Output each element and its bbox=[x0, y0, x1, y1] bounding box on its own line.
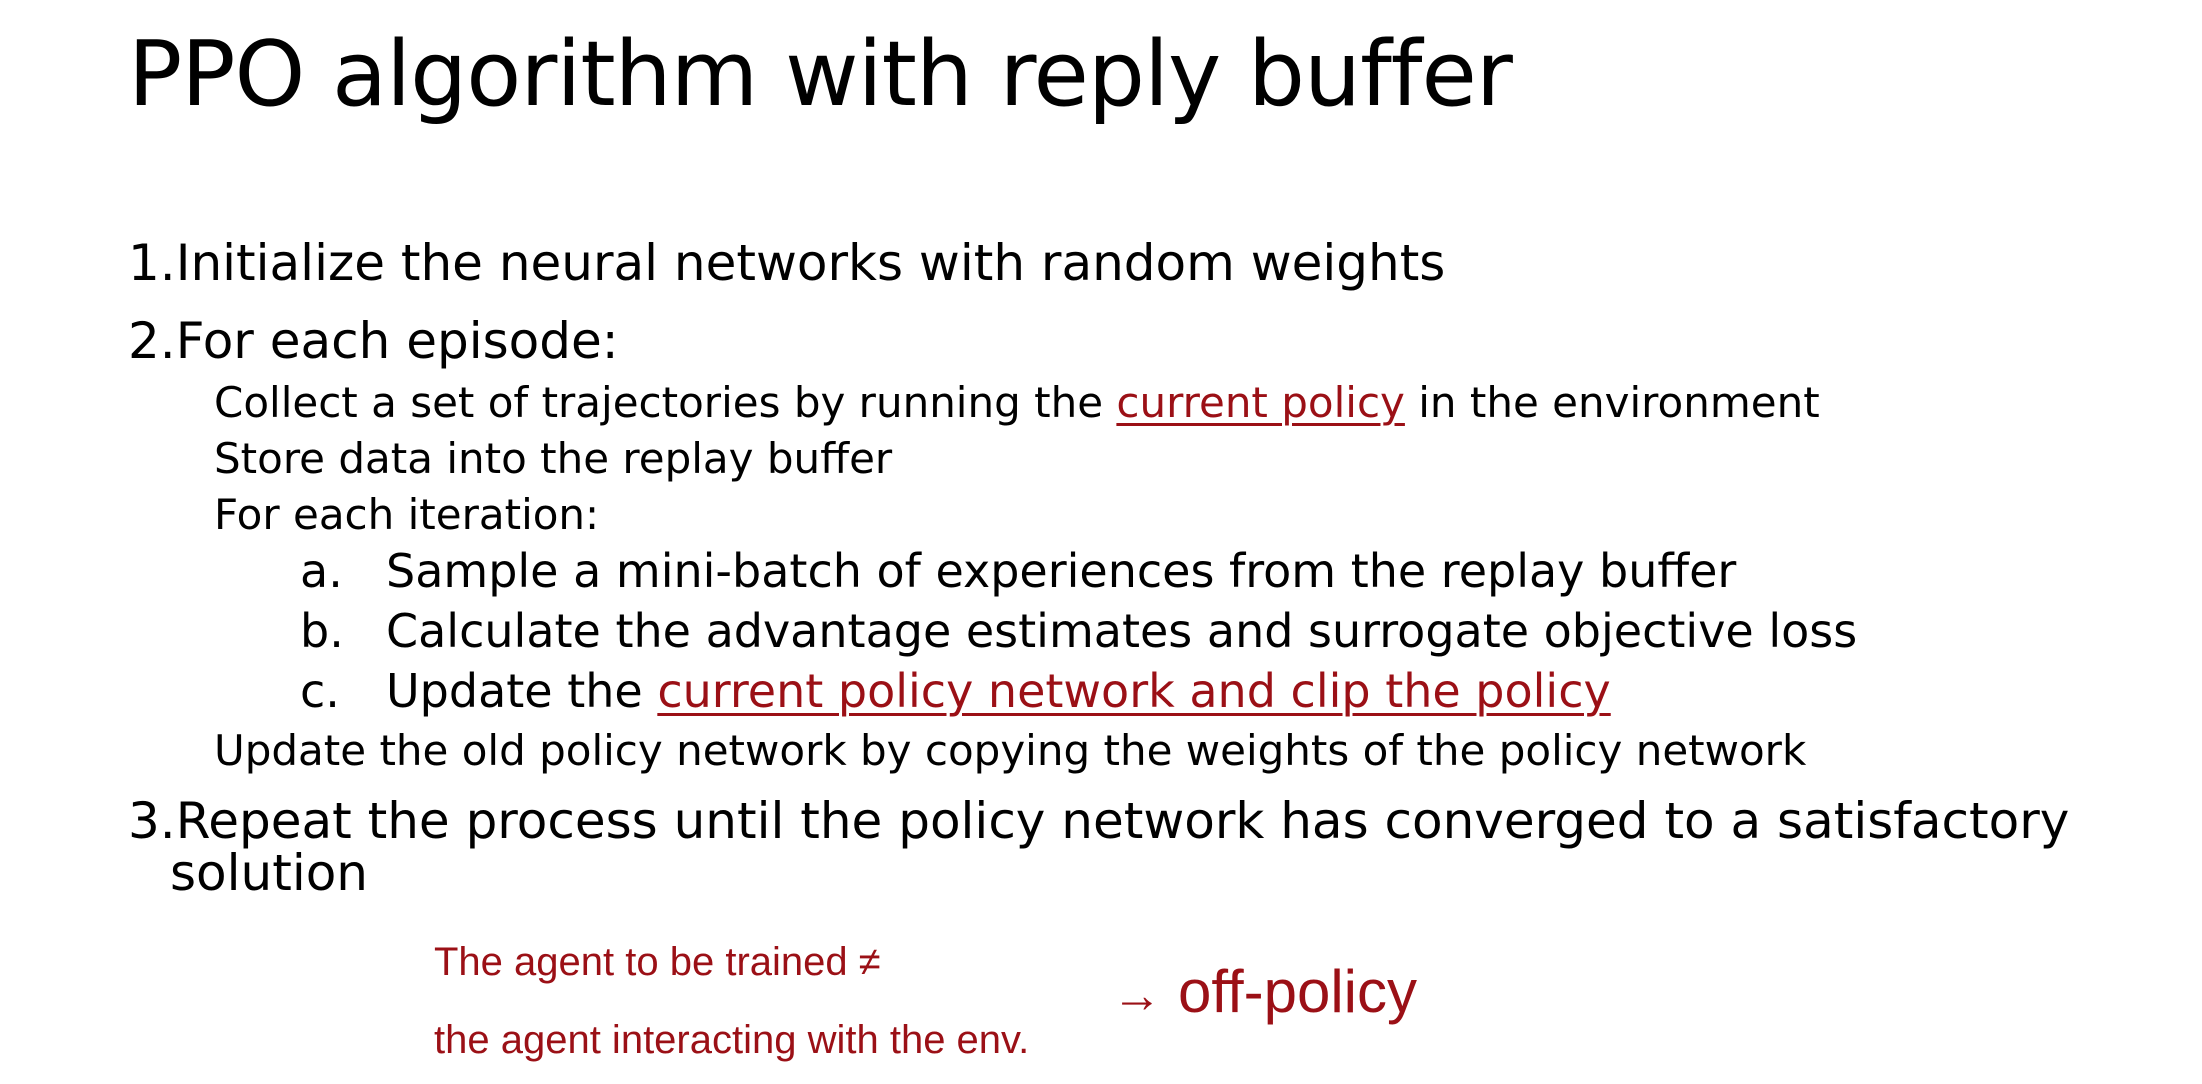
sub-item-a-text: Sample a mini-batch of experiences from … bbox=[386, 544, 1737, 598]
step-3-text-line1: Repeat the process until the policy netw… bbox=[175, 792, 2070, 850]
step-1: 1.Initialize the neural networks with ra… bbox=[128, 238, 1445, 288]
annotation-line-2: the agent interacting with the env. bbox=[434, 1018, 1030, 1062]
collect-text-before: Collect a set of trajectories by running… bbox=[214, 378, 1117, 427]
update-old-policy-line: Update the old policy network by copying… bbox=[214, 726, 1807, 775]
step-3-marker: 3. bbox=[128, 792, 176, 850]
right-arrow-icon: → bbox=[1112, 967, 1162, 1023]
sub-item-b-marker: b. bbox=[300, 604, 344, 658]
slide: PPO algorithm with reply buffer 1.Initia… bbox=[0, 0, 2202, 1084]
sub-item-c: c. Update the current policy network and … bbox=[300, 668, 1611, 714]
step-3-text-line2: solution bbox=[170, 844, 368, 902]
collect-trajectories-line: Collect a set of trajectories by running… bbox=[214, 382, 1820, 424]
sub-item-a-marker: a. bbox=[300, 544, 343, 598]
store-data-line: Store data into the replay buffer bbox=[214, 434, 893, 483]
slide-title: PPO algorithm with reply buffer bbox=[128, 22, 1513, 127]
step-1-text: Initialize the neural networks with rand… bbox=[175, 234, 1446, 292]
sub-item-c-marker: c. bbox=[300, 664, 340, 718]
step-2: 2.For each episode: bbox=[128, 316, 619, 366]
sub-item-a: a. Sample a mini-batch of experiences fro… bbox=[300, 548, 1736, 594]
current-policy-highlight: current policy bbox=[1116, 378, 1405, 427]
step-1-marker: 1. bbox=[128, 234, 176, 292]
step-2-text: For each episode: bbox=[175, 312, 619, 370]
sub-item-c-text: Update the bbox=[386, 664, 658, 718]
sub-item-b: b. Calculate the advantage estimates and … bbox=[300, 608, 1857, 654]
for-each-iteration-line: For each iteration: bbox=[214, 490, 600, 539]
collect-text-after: in the environment bbox=[1404, 378, 1820, 427]
off-policy-label: off-policy bbox=[1178, 958, 1418, 1025]
off-policy-conclusion: → off-policy bbox=[1112, 962, 1417, 1022]
annotation-line-1: The agent to be trained ≠ bbox=[434, 940, 881, 984]
clip-policy-highlight: current policy network and clip the poli… bbox=[657, 664, 1611, 718]
step-3: 3.Repeat the process until the policy ne… bbox=[128, 796, 2069, 846]
sub-item-b-text: Calculate the advantage estimates and su… bbox=[386, 604, 1858, 658]
step-2-marker: 2. bbox=[128, 312, 176, 370]
